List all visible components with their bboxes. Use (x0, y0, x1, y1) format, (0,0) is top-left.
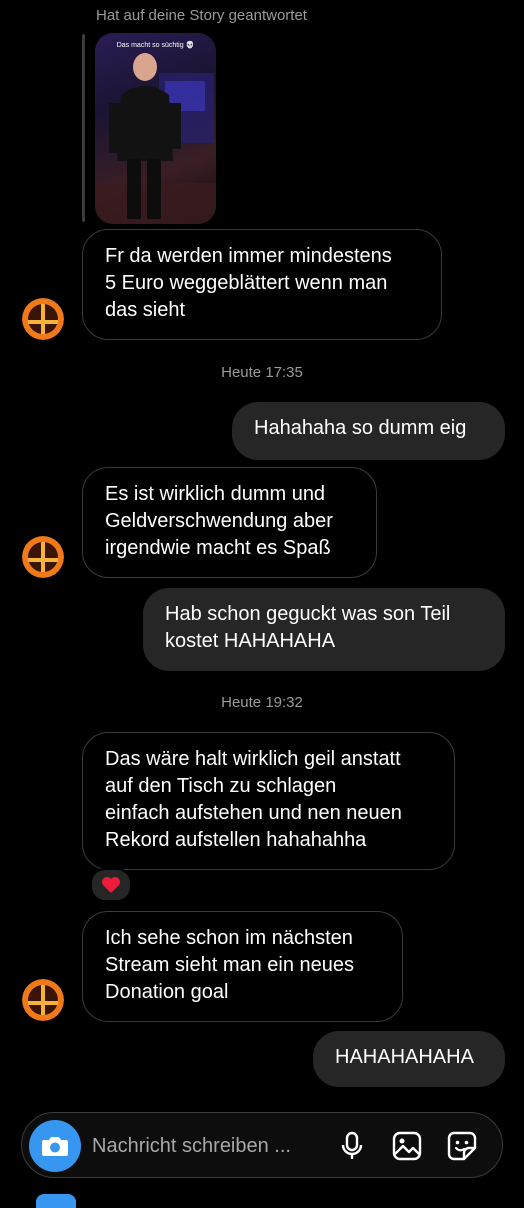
camera-button[interactable] (29, 1120, 81, 1172)
camera-icon (42, 1137, 68, 1156)
message-incoming[interactable]: Das wäre halt wirklich geil anstatt auf … (82, 732, 455, 870)
message-incoming[interactable]: Fr da werden immer mindestens 5 Euro weg… (82, 229, 442, 340)
gallery-button[interactable] (391, 1130, 423, 1162)
microphone-button[interactable] (336, 1130, 368, 1162)
message-incoming[interactable]: Es ist wirklich dumm und Geldverschwendu… (82, 467, 377, 578)
story-photo-scene (95, 53, 216, 224)
message-input[interactable] (92, 1126, 317, 1166)
microphone-icon (341, 1131, 363, 1159)
sticker-button[interactable] (446, 1130, 478, 1162)
contact-avatar[interactable] (22, 298, 64, 340)
message-outgoing[interactable]: Hahahaha so dumm eig (232, 402, 505, 460)
timestamp-separator: Heute 17:35 (221, 364, 303, 381)
contact-avatar[interactable] (22, 536, 64, 578)
story-reply-quote-bar (82, 34, 85, 222)
message-outgoing[interactable]: HAHAHAHAHA (313, 1031, 505, 1087)
sticker-icon (447, 1131, 477, 1161)
contact-avatar[interactable] (22, 979, 64, 1021)
message-outgoing[interactable]: Hab schon geguckt was son Teil kostet HA… (143, 588, 505, 671)
message-composer (21, 1112, 503, 1178)
story-thumbnail-text: Das macht so süchtig 💀 (116, 42, 195, 49)
bottom-nav-peek (36, 1194, 76, 1208)
message-reaction[interactable] (90, 868, 132, 902)
story-reply-caption: Hat auf deine Story geantwortet (96, 7, 307, 24)
heart-icon (102, 877, 120, 893)
gallery-icon (392, 1131, 422, 1161)
timestamp-separator: Heute 19:32 (221, 694, 303, 711)
story-thumbnail[interactable]: Das macht so süchtig 💀 (95, 33, 216, 224)
message-incoming[interactable]: Ich sehe schon im nächsten Stream sieht … (82, 911, 403, 1022)
